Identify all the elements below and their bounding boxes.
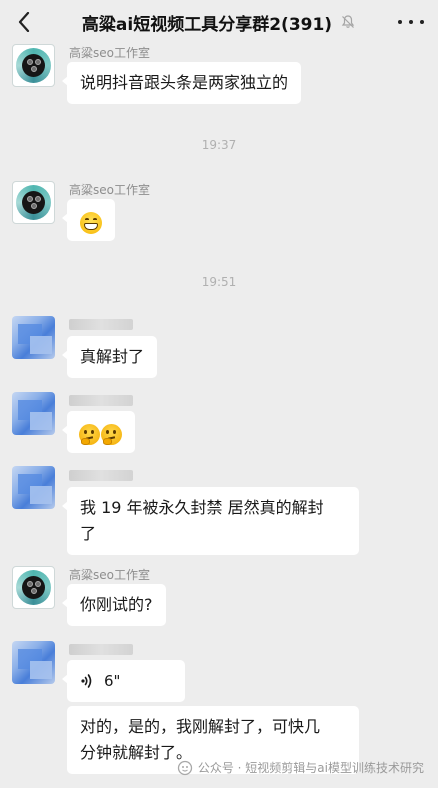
timestamp: 19:37 <box>201 138 237 152</box>
avatar-blur-block <box>30 486 52 504</box>
emoji-eye <box>91 430 94 434</box>
message-text: 说明抖音跟头条是两家独立的 <box>80 73 289 92</box>
sender-name-blurred <box>69 470 133 481</box>
emoji-hand <box>103 438 112 445</box>
voice-duration: 6" <box>104 672 121 690</box>
message-bubble[interactable]: 说明抖音跟头条是两家独立的 <box>61 62 302 104</box>
avatar-gaoliang[interactable] <box>12 181 55 224</box>
message-bubble[interactable]: 你刚试的? <box>62 584 166 626</box>
message-text: 真解封了 <box>80 347 145 366</box>
avatar-dot <box>35 59 41 65</box>
more-button[interactable] <box>398 10 424 34</box>
avatar-blurred[interactable] <box>12 316 55 359</box>
sender-name-blurred <box>69 395 133 406</box>
thinking-face-icon <box>79 424 100 445</box>
thinking-face-icon <box>101 424 122 445</box>
more-dot <box>398 20 402 24</box>
avatar-blur-block <box>30 661 52 679</box>
avatar-dot <box>31 66 37 72</box>
sender-name-blurred <box>69 644 133 655</box>
message-bubble[interactable] <box>62 411 135 453</box>
message-text: 你刚试的? <box>80 595 153 614</box>
sender-name: 高粱seo工作室 <box>69 183 150 197</box>
more-dot <box>420 20 424 24</box>
chat-title: 高粱ai短视频工具分享群2(391) <box>81 14 333 35</box>
wechat-official-account-icon <box>177 760 193 776</box>
avatar-dot <box>35 581 41 587</box>
avatar-dot <box>31 203 37 209</box>
voice-message-bubble[interactable]: 6" <box>62 660 185 702</box>
avatar-dot <box>31 588 37 594</box>
sender-name: 高粱seo工作室 <box>69 568 150 582</box>
avatar-blurred[interactable] <box>12 466 55 509</box>
watermark: 公众号 · 短视频剪辑与ai模型训练技术研究 <box>177 759 424 776</box>
emoji-mouth <box>84 222 98 230</box>
emoji-eye <box>85 217 89 221</box>
emoji-eye <box>113 430 116 434</box>
grinning-face-icon <box>80 211 102 234</box>
sender-name: 高粱seo工作室 <box>69 46 150 60</box>
avatar-dot <box>35 196 41 202</box>
avatar-dot <box>27 59 33 65</box>
emoji-hand <box>81 438 90 445</box>
back-button[interactable] <box>12 8 36 36</box>
sender-name-blurred <box>69 319 133 330</box>
watermark-text: 公众号 · 短视频剪辑与ai模型训练技术研究 <box>197 761 424 775</box>
voice-wave-icon <box>80 673 94 689</box>
message-text-line: 我 19 年被永久封禁 居然真的解封 <box>80 498 324 517</box>
avatar-dot <box>27 581 33 587</box>
message-bubble[interactable] <box>62 199 115 241</box>
chevron-left-icon <box>18 12 30 32</box>
avatar-gaoliang[interactable] <box>12 566 55 609</box>
title-area: 高粱ai短视频工具分享群2(391) <box>58 0 380 44</box>
avatar-blurred[interactable] <box>12 641 55 684</box>
avatar-blur-block <box>30 412 52 430</box>
message-bubble[interactable]: 我 19 年被永久封禁 居然真的解封 了 <box>62 487 359 555</box>
message-bubble[interactable]: 真解封了 <box>61 336 158 378</box>
timestamp: 19:51 <box>201 275 237 289</box>
emoji-eye <box>93 217 97 221</box>
chat-header: 高粱ai短视频工具分享群2(391) <box>0 0 438 44</box>
avatar-blurred[interactable] <box>12 392 55 435</box>
bell-muted-icon <box>340 14 356 30</box>
message-text-line: 了 <box>80 524 97 543</box>
avatar-gaoliang[interactable] <box>12 44 55 87</box>
emoji-eye <box>106 430 109 434</box>
message-text-line: 对的，是的，我刚解封了，可快几 <box>80 717 321 736</box>
avatar-dot <box>27 196 33 202</box>
emoji-eye <box>84 430 87 434</box>
more-dot <box>409 20 413 24</box>
avatar-blur-block <box>30 336 52 354</box>
voice-row: 6" <box>80 668 172 694</box>
